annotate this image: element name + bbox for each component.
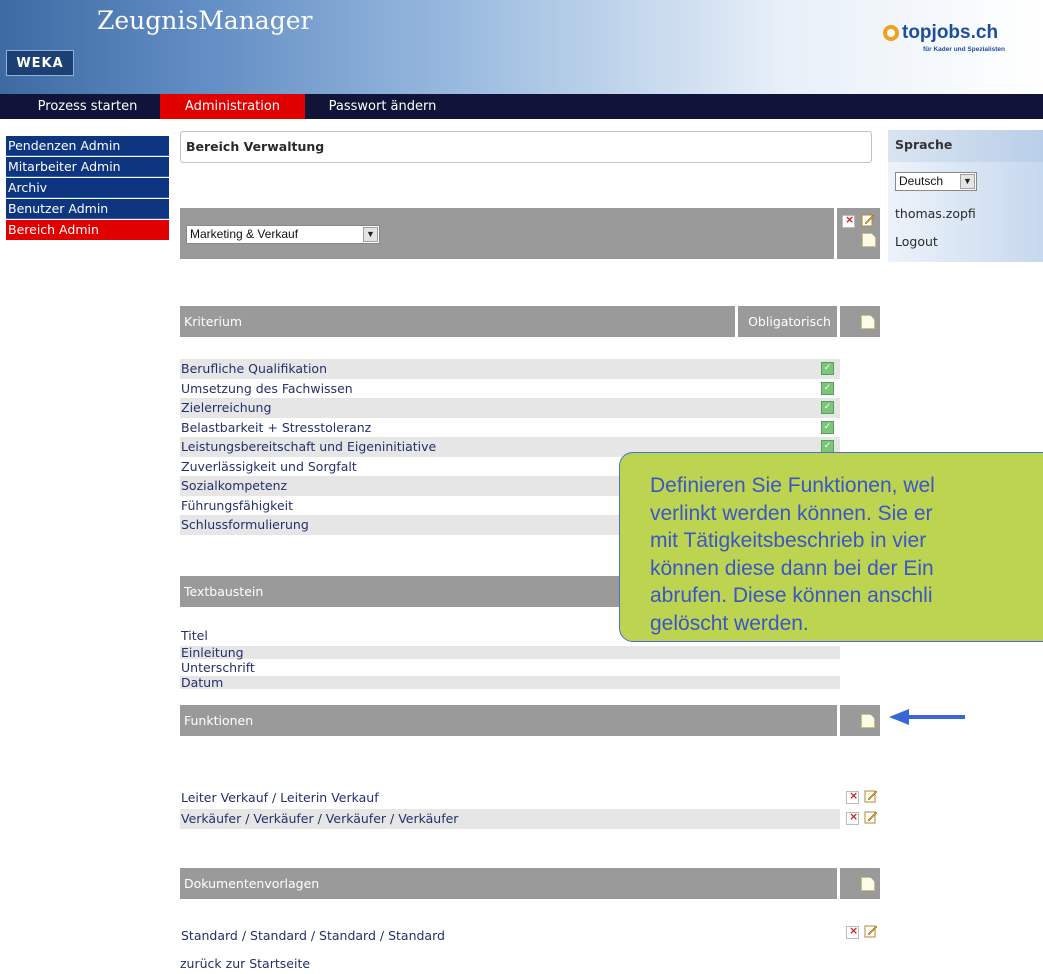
page-title: Bereich Verwaltung [180,131,872,163]
language-select[interactable]: Deutsch ▼ [895,172,977,191]
list-item[interactable]: Zielerreichung [180,398,840,418]
list-item[interactable]: Standard / Standard / Standard / Standar… [180,926,840,946]
nav-administration[interactable]: Administration [160,94,305,119]
list-item[interactable]: Umsetzung des Fachwissen [180,378,840,398]
section-header-label: Textbaustein [184,584,264,599]
checkbox-checked-icon[interactable]: ✓ [821,362,834,375]
sidebar-item-benutzer-admin[interactable]: Benutzer Admin [6,199,169,219]
delete-icon[interactable] [846,924,859,939]
new-document-icon[interactable] [862,233,876,247]
header-divider [735,306,738,337]
section-header-funktionen: Funktionen [180,705,880,736]
logout-link[interactable]: Logout [895,234,938,249]
new-document-icon[interactable] [861,714,875,728]
language-select-value: Deutsch [899,174,944,188]
language-panel-title: Sprache [895,137,953,152]
nav-prozess-starten[interactable]: Prozess starten [6,94,169,119]
new-document-icon[interactable] [861,315,875,329]
topjobs-tagline: für Kader und Spezialisten [923,46,1005,53]
bereich-select[interactable]: Marketing & Verkauf ▼ [186,225,380,244]
checkbox-checked-icon[interactable]: ✓ [821,401,834,414]
nav-passwort-aendern[interactable]: Passwort ändern [305,94,460,119]
header-divider [837,306,840,337]
list-item[interactable]: Leiter Verkauf / Leiterin Verkauf [180,788,840,808]
list-item[interactable]: Einleitung [180,645,840,659]
list-item[interactable]: Belastbarkeit + Stresstoleranz [180,417,840,437]
header-divider [837,705,840,736]
help-callout: Definieren Sie Funktionen, wel verlinkt … [619,452,1043,642]
top-navigation: Prozess starten Administration Passwort … [0,94,1043,119]
list-item[interactable]: Datum [180,676,840,689]
section-header-kriterium: Kriterium Obligatorisch [180,306,880,337]
edit-icon[interactable] [864,789,878,803]
section-header-label: Funktionen [184,713,254,728]
toolbar-divider [834,208,837,259]
checkbox-checked-icon[interactable]: ✓ [821,382,834,395]
sidebar-item-mitarbeiter-admin[interactable]: Mitarbeiter Admin [6,157,169,177]
back-to-start-link[interactable]: zurück zur Startseite [180,956,310,971]
chevron-down-icon: ▼ [960,174,975,189]
section-header-label: Dokumentenvorlagen [184,876,320,891]
bereich-select-value: Marketing & Verkauf [190,227,299,241]
sidebar-item-archiv[interactable]: Archiv [6,178,169,198]
edit-icon[interactable] [861,213,875,227]
checkbox-checked-icon[interactable]: ✓ [821,421,834,434]
current-user: thomas.zopfi [895,206,976,221]
topjobs-logo[interactable]: topjobs.ch für Kader und Spezialisten [882,22,1022,62]
topjobs-circle-icon [883,25,899,41]
chevron-down-icon: ▼ [363,227,378,242]
topjobs-name: topjobs.ch [902,22,999,43]
delete-icon[interactable] [842,213,855,228]
arrow-left-icon [889,709,965,725]
help-callout-text: Definieren Sie Funktionen, wel verlinkt … [650,474,935,635]
section-header-label: Kriterium [184,314,243,329]
list-item[interactable]: Unterschrift [180,661,840,674]
edit-icon[interactable] [864,810,878,824]
delete-icon[interactable] [846,789,859,804]
edit-icon[interactable] [864,924,878,938]
list-item[interactable]: Verkäufer / Verkäufer / Verkäufer / Verk… [180,809,840,829]
section-header-dokumentenvorlagen: Dokumentenvorlagen [180,868,880,899]
list-item[interactable]: Berufliche Qualifikation [180,359,840,379]
new-document-icon[interactable] [861,877,875,891]
obligatorisch-column-header: Obligatorisch [748,314,831,329]
delete-icon[interactable] [846,810,859,825]
sidebar-item-pendenzen-admin[interactable]: Pendenzen Admin [6,136,169,156]
weka-logo: WEKA [6,50,74,76]
sidebar-item-bereich-admin[interactable]: Bereich Admin [6,220,169,240]
app-title: ZeugnisManager [97,6,313,35]
header-divider [837,868,840,899]
